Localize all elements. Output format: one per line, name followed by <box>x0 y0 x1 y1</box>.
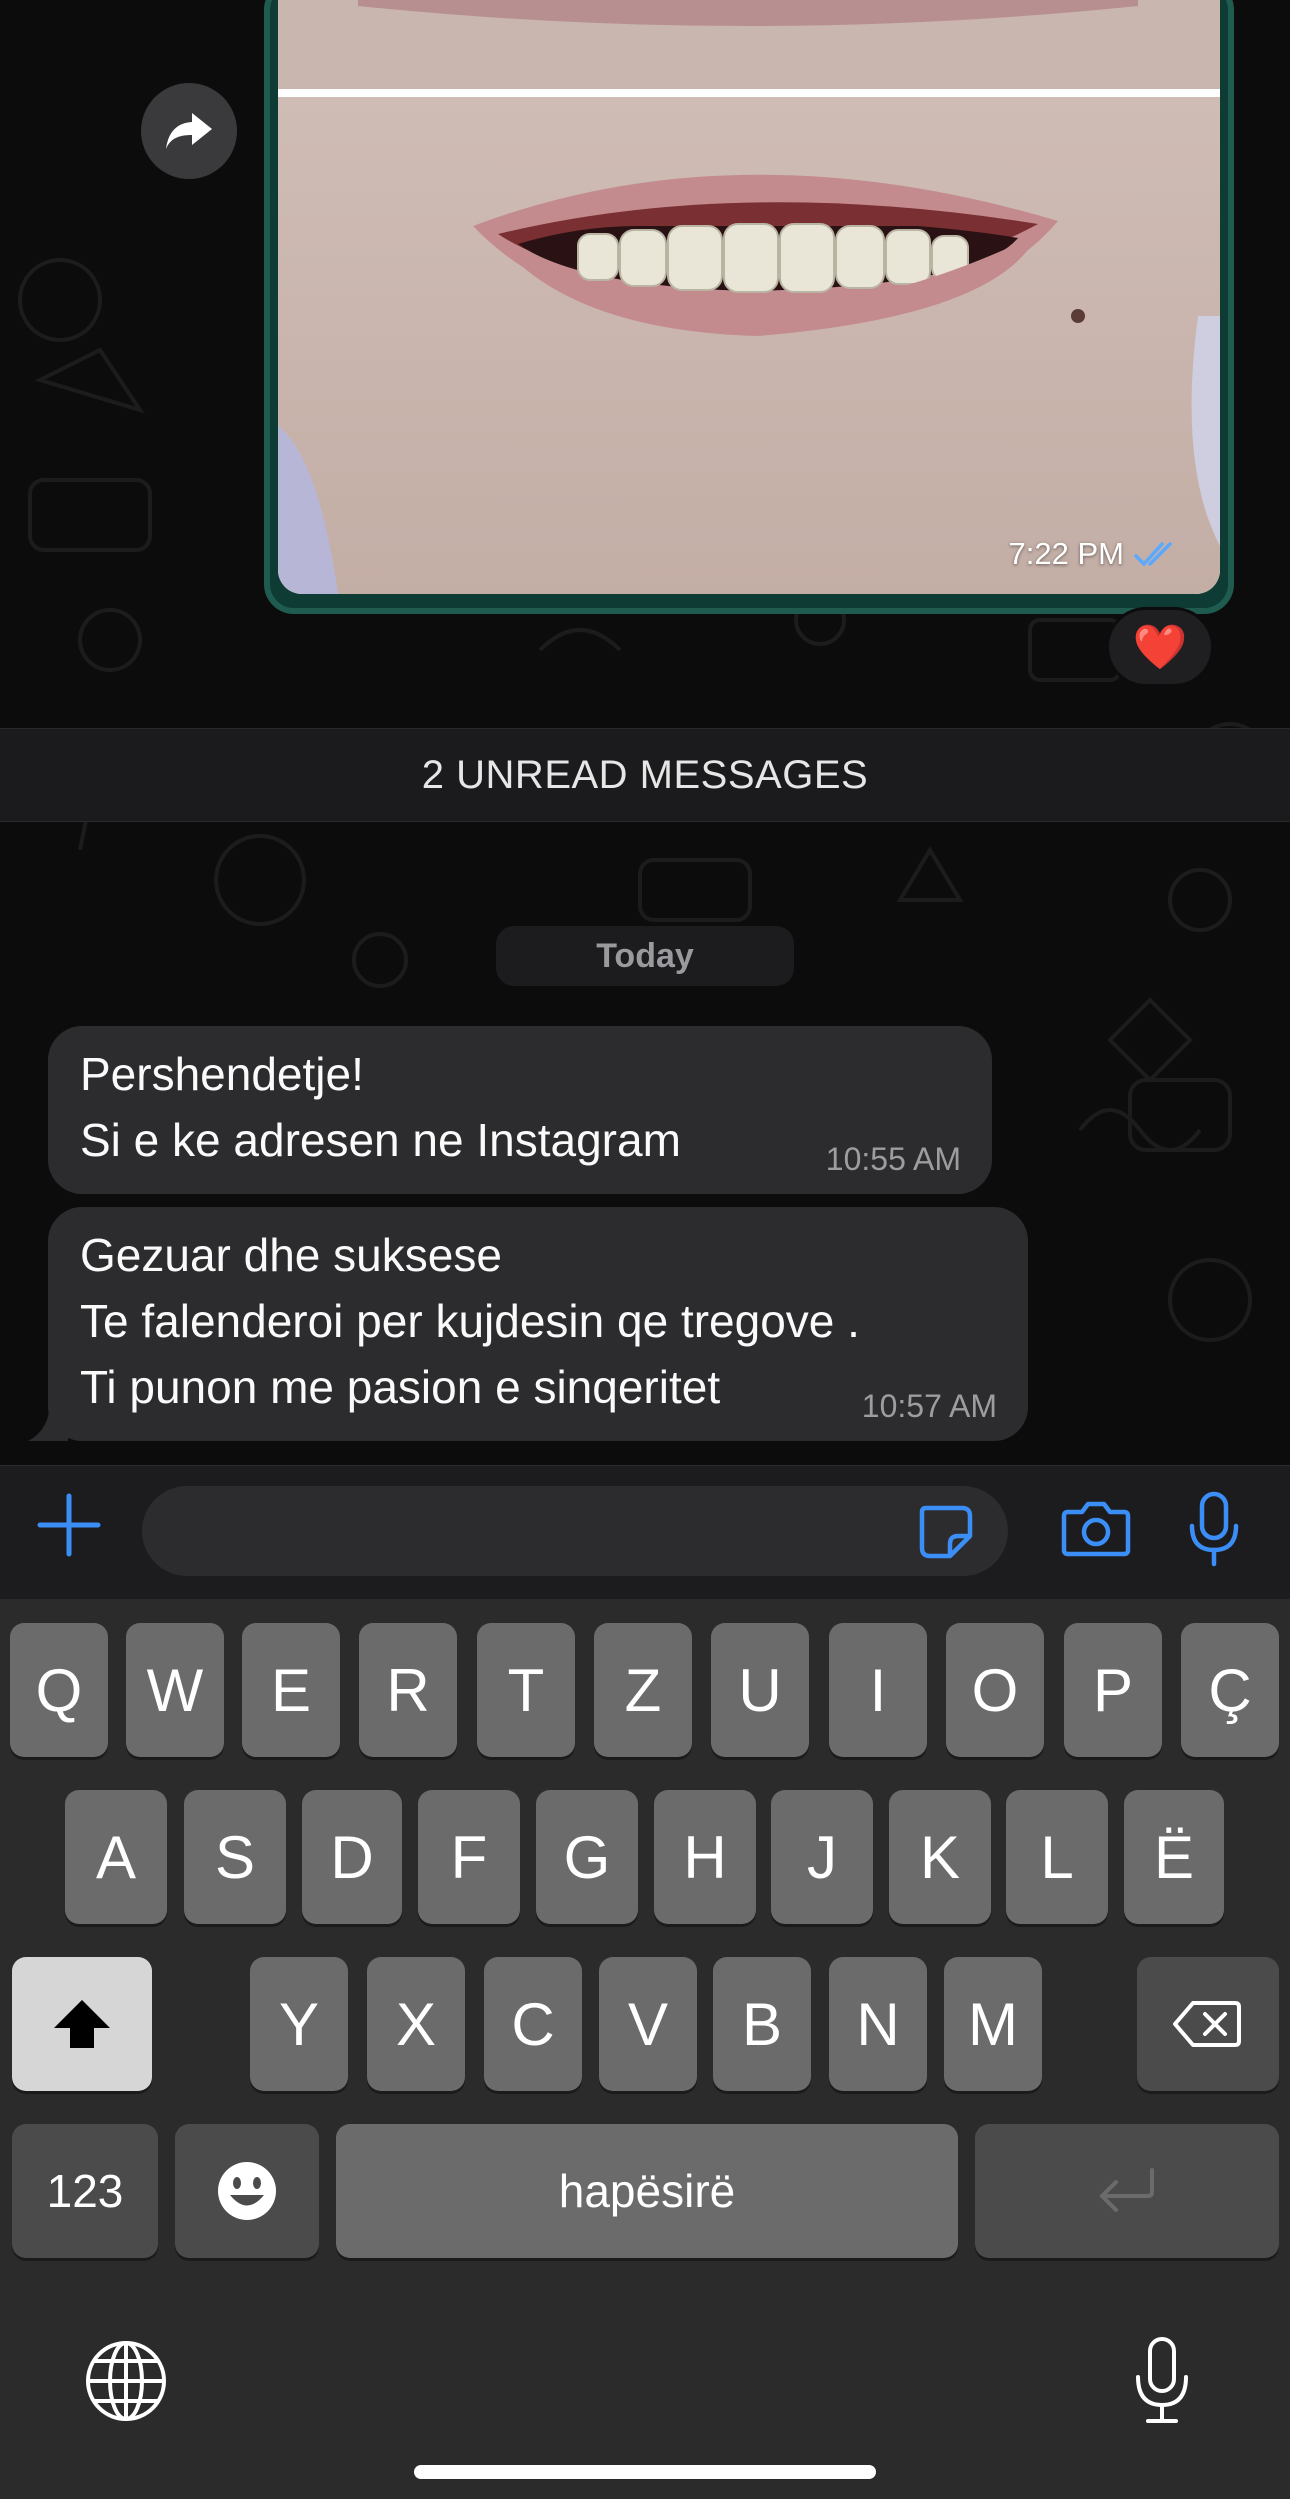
key-v[interactable]: V <box>599 1957 697 2091</box>
return-key[interactable] <box>975 2124 1279 2258</box>
key-f[interactable]: F <box>418 1790 520 1924</box>
message-line: Gezuar dhe suksese <box>80 1229 502 1281</box>
key-q[interactable]: Q <box>10 1623 108 1757</box>
key-w[interactable]: W <box>126 1623 224 1757</box>
backspace-icon <box>1173 2001 1241 2047</box>
key-y[interactable]: Y <box>250 1957 348 2091</box>
smile-photo-illustration <box>278 0 1220 594</box>
key-e-diaeresis[interactable]: Ë <box>1124 1790 1224 1924</box>
key-d[interactable]: D <box>302 1790 402 1924</box>
return-icon <box>1100 2168 1154 2212</box>
message-line: Ti punon me pasion e sinqeritet <box>80 1361 721 1413</box>
date-chip: Today <box>496 926 794 986</box>
message-time: 10:57 AM <box>861 1388 997 1424</box>
message-time: 10:55 AM <box>825 1141 961 1177</box>
key-u[interactable]: U <box>711 1623 809 1757</box>
key-b[interactable]: B <box>713 1957 811 2091</box>
keyboard: Q W E R T Z U I O P Ç A S D F G H J K L … <box>0 1599 1290 2499</box>
microphone-icon[interactable] <box>1186 1490 1242 1568</box>
message-time: 7:22 PM <box>1008 536 1124 571</box>
key-g[interactable]: G <box>536 1790 638 1924</box>
numbers-key[interactable]: 123 <box>12 2124 158 2258</box>
message-meta: 7:22 PM <box>1009 536 1180 572</box>
space-key[interactable]: hapësirë <box>336 2124 958 2258</box>
key-l[interactable]: L <box>1006 1790 1108 1924</box>
key-c-cedilla[interactable]: Ç <box>1181 1623 1279 1757</box>
key-j[interactable]: J <box>771 1790 873 1924</box>
outgoing-image-message[interactable]: 7:22 PM <box>264 0 1234 614</box>
dictation-mic-icon[interactable] <box>1132 2335 1192 2427</box>
forward-button[interactable] <box>141 83 237 179</box>
message-line: Te falenderoi per kujdesin qe tregove . <box>80 1295 860 1347</box>
key-i[interactable]: I <box>829 1623 927 1757</box>
unread-messages-banner: 2 UNREAD MESSAGES <box>0 728 1290 822</box>
key-t[interactable]: T <box>477 1623 575 1757</box>
key-m[interactable]: M <box>944 1957 1042 2091</box>
incoming-message[interactable]: Gezuar dhe suksese Te falenderoi per kuj… <box>48 1207 1028 1441</box>
plus-icon[interactable] <box>36 1492 102 1558</box>
double-check-icon <box>1134 542 1172 567</box>
bubble-tail <box>28 1400 68 1441</box>
message-input-bar <box>0 1465 1290 1600</box>
key-a[interactable]: A <box>65 1790 167 1924</box>
key-n[interactable]: N <box>829 1957 927 2091</box>
key-s[interactable]: S <box>184 1790 286 1924</box>
chat-area[interactable]: 7:22 PM ❤️ 2 UNREAD MESSAGES Today Persh… <box>0 0 1290 1465</box>
forward-arrow-icon <box>166 113 212 149</box>
backspace-key[interactable] <box>1137 1957 1279 2091</box>
sticker-icon[interactable] <box>916 1502 976 1562</box>
message-line: Pershendetje! <box>80 1048 364 1100</box>
key-p[interactable]: P <box>1064 1623 1162 1757</box>
globe-icon[interactable] <box>84 2339 168 2423</box>
key-z[interactable]: Z <box>594 1623 692 1757</box>
shift-icon <box>54 2000 110 2048</box>
reaction-badge[interactable]: ❤️ <box>1106 607 1214 687</box>
heart-reaction: ❤️ <box>1132 623 1188 672</box>
key-x[interactable]: X <box>367 1957 465 2091</box>
emoji-key[interactable] <box>175 2124 319 2258</box>
key-r[interactable]: R <box>359 1623 457 1757</box>
emoji-icon <box>218 2162 276 2220</box>
key-e[interactable]: E <box>242 1623 340 1757</box>
message-input[interactable] <box>142 1486 1008 1576</box>
home-indicator[interactable] <box>414 2465 876 2479</box>
incoming-message[interactable]: Pershendetje! Si e ke adresen ne Instagr… <box>48 1026 992 1194</box>
message-photo[interactable]: 7:22 PM <box>278 0 1220 594</box>
camera-icon[interactable] <box>1060 1496 1132 1560</box>
key-k[interactable]: K <box>889 1790 991 1924</box>
key-h[interactable]: H <box>654 1790 756 1924</box>
shift-key[interactable] <box>12 1957 152 2091</box>
key-o[interactable]: O <box>946 1623 1044 1757</box>
key-c[interactable]: C <box>484 1957 582 2091</box>
